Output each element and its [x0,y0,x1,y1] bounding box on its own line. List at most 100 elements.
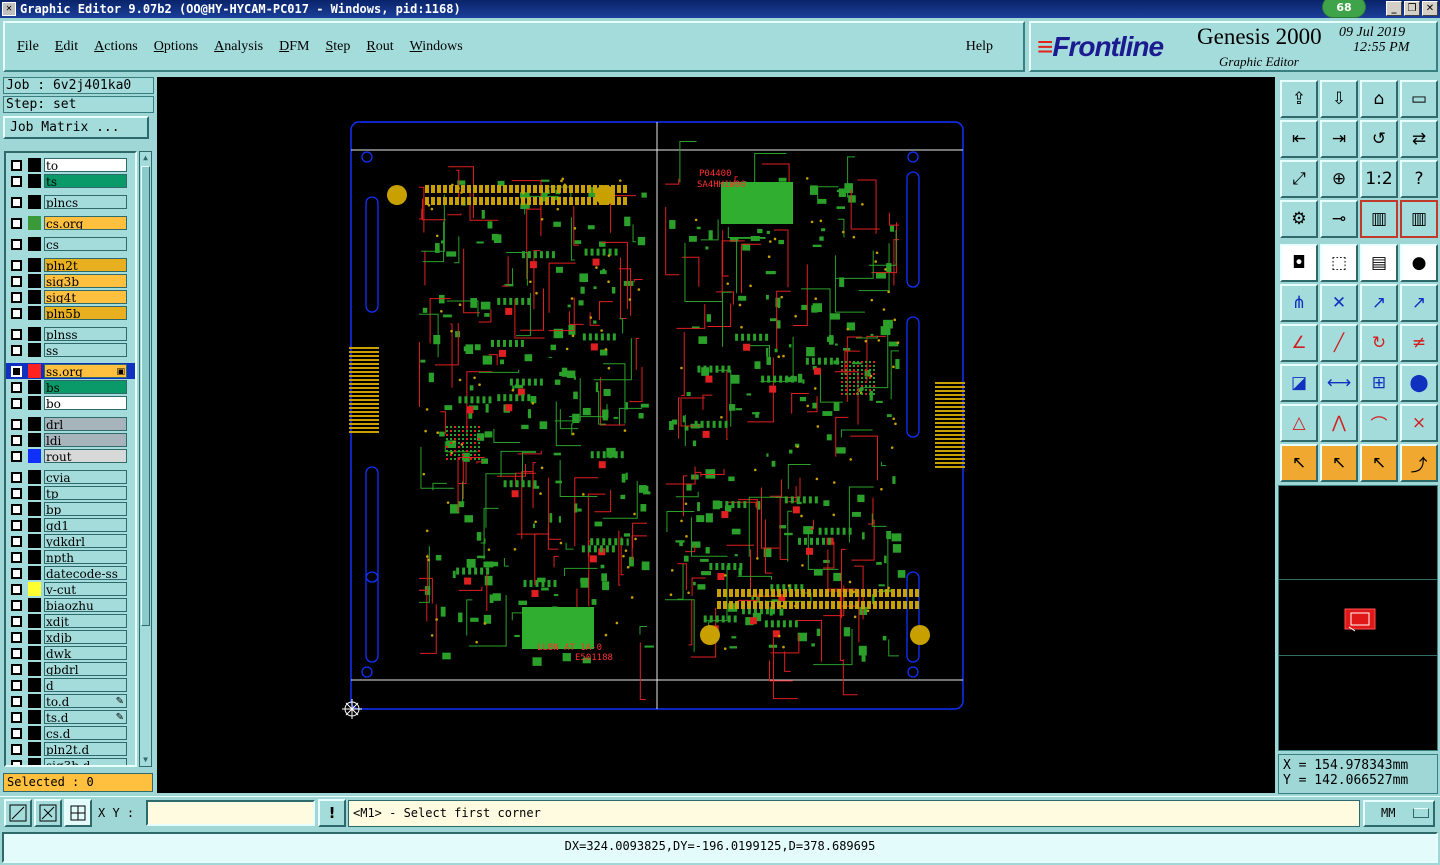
tool-button[interactable]: ↗ [1400,284,1438,322]
layer-color-swatch[interactable] [28,646,41,660]
layer-color-swatch[interactable] [28,364,41,378]
layer-color-swatch[interactable] [28,502,41,516]
layer-row-d[interactable]: d [6,677,135,693]
layer-name[interactable]: xdjt [44,614,127,628]
layer-name[interactable]: ss.org ▣ [44,364,127,378]
tool-button[interactable]: ⇩ [1320,80,1358,118]
restore-icon[interactable]: ❐ [1404,1,1420,16]
alert-button[interactable]: ! [318,799,346,827]
layer-color-swatch[interactable] [28,290,41,304]
menu-help[interactable]: Help [966,39,993,55]
layer-checkbox[interactable] [11,238,22,250]
xy-input[interactable] [146,800,315,826]
layer-color-swatch[interactable] [28,758,41,765]
layer-row-bs[interactable]: bs [6,379,135,395]
layer-row-sig3b.d[interactable]: sig3b.d [6,757,135,765]
tool-button[interactable]: ▭ [1400,80,1438,118]
tool-button[interactable]: ? [1400,160,1438,198]
layer-checkbox[interactable] [11,450,22,462]
layer-row-pln2t.d[interactable]: pln2t.d [6,741,135,757]
layer-color-swatch[interactable] [28,306,41,320]
layer-row-cs.org[interactable]: cs.org [6,215,135,231]
layer-name[interactable]: cs.d [44,726,127,740]
layer-name[interactable]: plnss [44,327,127,341]
layer-name[interactable]: ts [44,174,127,188]
tool-button[interactable]: ≠ [1400,324,1438,362]
tool-button[interactable]: ⇪ [1280,80,1318,118]
tool-button[interactable]: ⟷ [1320,364,1358,402]
layer-row-ydkdrl[interactable]: ydkdrl [6,533,135,549]
layer-checkbox[interactable] [11,711,22,723]
layer-color-swatch[interactable] [28,566,41,580]
grid-snap-button[interactable] [64,799,92,827]
layer-name[interactable]: gd1 [44,518,127,532]
layer-name[interactable]: ts.d ✎ [44,710,127,724]
layer-checkbox[interactable] [11,344,22,356]
layer-checkbox[interactable] [11,599,22,611]
zoom-area-button[interactable] [4,799,32,827]
layer-color-swatch[interactable] [28,710,41,724]
layer-name[interactable]: bp [44,502,127,516]
tool-button[interactable]: ╱ [1320,324,1358,362]
tool-button[interactable]: ↺ [1360,120,1398,158]
tool-button[interactable]: ⇤ [1280,120,1318,158]
layer-color-swatch[interactable] [28,158,41,172]
layer-name[interactable]: cs.org [44,216,127,230]
measure-button[interactable] [34,799,62,827]
tool-button[interactable]: ▥ [1400,200,1438,238]
layer-color-swatch[interactable] [28,417,41,431]
layer-color-swatch[interactable] [28,396,41,410]
layer-checkbox[interactable] [11,695,22,707]
layer-name[interactable]: ldi [44,433,127,447]
layer-row-gd1[interactable]: gd1 [6,517,135,533]
layer-name[interactable]: to [44,158,127,172]
layer-checkbox[interactable] [11,328,22,340]
layer-checkbox[interactable] [11,381,22,393]
layer-name[interactable]: ss [44,343,127,357]
layer-row-tp[interactable]: tp [6,485,135,501]
layer-checkbox[interactable] [11,727,22,739]
scroll-up-icon[interactable]: ▲ [140,152,151,164]
layer-checkbox[interactable] [11,631,22,643]
layer-color-swatch[interactable] [28,343,41,357]
tool-button[interactable]: ∠ [1280,324,1318,362]
layer-color-swatch[interactable] [28,726,41,740]
layer-name[interactable]: bo [44,396,127,410]
tool-button[interactable]: ⚙ [1280,200,1318,238]
layer-row-to[interactable]: to [6,157,135,173]
layer-checkbox[interactable] [11,663,22,675]
layer-row-xdjb[interactable]: xdjb [6,629,135,645]
layer-row-sig4t[interactable]: sig4t [6,289,135,305]
layer-row-drl[interactable]: drl [6,416,135,432]
layer-name[interactable]: ydkdrl [44,534,127,548]
layer-color-swatch[interactable] [28,327,41,341]
tool-button[interactable]: ⊞ [1360,364,1398,402]
layer-row-bp[interactable]: bp [6,501,135,517]
tool-button[interactable]: ⤴ [1400,444,1438,482]
close-icon[interactable]: ✕ [1422,1,1438,16]
layer-checkbox[interactable] [11,365,22,377]
layer-checkbox[interactable] [11,567,22,579]
menu-dfm[interactable]: DFM [279,39,309,55]
layer-color-swatch[interactable] [28,582,41,596]
tool-button[interactable]: ⌒ [1360,404,1398,442]
tool-button[interactable]: ↖ [1360,444,1398,482]
layer-name[interactable]: cs [44,237,127,251]
layer-row-ts[interactable]: ts [6,173,135,189]
layer-name[interactable]: tp [44,486,127,500]
layer-row-v-cut[interactable]: v-cut [6,581,135,597]
layer-name[interactable]: npth [44,550,127,564]
tool-button[interactable]: ▥ [1360,200,1398,238]
menu-rout[interactable]: Rout [366,39,393,55]
scroll-thumb[interactable] [141,166,150,626]
layer-row-plnss[interactable]: plnss [6,326,135,342]
layer-color-swatch[interactable] [28,630,41,644]
layer-checkbox[interactable] [11,159,22,171]
layer-name[interactable]: pln2t.d [44,742,127,756]
tool-button[interactable]: ⇥ [1320,120,1358,158]
layer-name[interactable]: datecode-ss [44,566,127,580]
layer-color-swatch[interactable] [28,380,41,394]
layer-name[interactable]: cvia [44,470,127,484]
layer-color-swatch[interactable] [28,258,41,272]
layer-color-swatch[interactable] [28,742,41,756]
